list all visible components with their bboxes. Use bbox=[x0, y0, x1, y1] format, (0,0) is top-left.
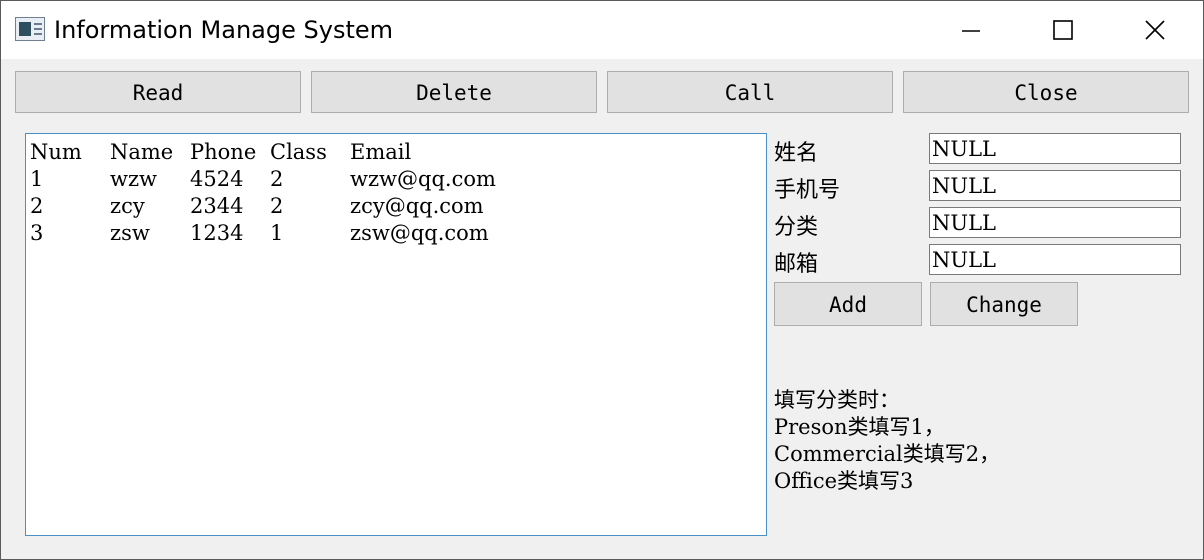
close-icon bbox=[1145, 20, 1165, 40]
hint-line-1: 填写分类时： bbox=[774, 388, 900, 412]
add-button[interactable]: Add bbox=[774, 282, 922, 326]
cell-phone: 2344 bbox=[190, 194, 244, 218]
cell-num: 3 bbox=[30, 221, 44, 245]
cell-class: 2 bbox=[270, 167, 284, 191]
hint-line-2: Preson类填写1， bbox=[774, 415, 945, 439]
cell-email: zsw@qq.com bbox=[350, 221, 489, 245]
header-class: Class bbox=[270, 140, 327, 164]
header-email: Email bbox=[350, 140, 412, 164]
minimize-button[interactable] bbox=[925, 1, 1017, 59]
header-phone: Phone bbox=[190, 140, 257, 164]
hint-line-4: Office类填写3 bbox=[774, 469, 914, 493]
window-title: Information Manage System bbox=[54, 16, 394, 44]
app-window: Information Manage System Read Delete Ca… bbox=[0, 0, 1204, 560]
phone-label: 手机号 bbox=[774, 178, 841, 203]
minimize-icon bbox=[962, 30, 980, 32]
phone-field[interactable]: NULL bbox=[929, 170, 1181, 201]
cell-phone: 1234 bbox=[190, 221, 244, 245]
cell-num: 1 bbox=[30, 167, 44, 191]
hint-line-3: Commercial类填写2， bbox=[774, 442, 1001, 466]
cell-class: 1 bbox=[270, 221, 284, 245]
maximize-icon bbox=[1053, 20, 1073, 40]
header-name: Name bbox=[110, 140, 174, 164]
cell-phone: 4524 bbox=[190, 167, 244, 191]
cell-email: zcy@qq.com bbox=[350, 194, 484, 218]
email-label: 邮箱 bbox=[774, 252, 819, 277]
header-num: Num bbox=[30, 140, 82, 164]
title-bar: Information Manage System bbox=[1, 1, 1203, 59]
class-field[interactable]: NULL bbox=[929, 207, 1181, 238]
close-button[interactable]: Close bbox=[903, 71, 1189, 113]
cell-class: 2 bbox=[270, 194, 284, 218]
cell-name: wzw bbox=[110, 167, 158, 191]
delete-button[interactable]: Delete bbox=[311, 71, 597, 113]
name-label: 姓名 bbox=[774, 141, 819, 166]
contacts-list[interactable]: Num Name Phone Class Email 1 wzw 4524 2 … bbox=[25, 133, 767, 536]
cell-num: 2 bbox=[30, 194, 44, 218]
cell-name: zsw bbox=[110, 221, 150, 245]
read-button[interactable]: Read bbox=[15, 71, 301, 113]
maximize-button[interactable] bbox=[1017, 1, 1109, 59]
email-field[interactable]: NULL bbox=[929, 244, 1181, 275]
name-field[interactable]: NULL bbox=[929, 133, 1181, 164]
close-window-button[interactable] bbox=[1109, 1, 1201, 59]
cell-name: zcy bbox=[110, 194, 145, 218]
change-button[interactable]: Change bbox=[930, 282, 1078, 326]
cell-email: wzw@qq.com bbox=[350, 167, 496, 191]
class-label: 分类 bbox=[774, 215, 819, 240]
app-icon bbox=[15, 17, 45, 41]
call-button[interactable]: Call bbox=[607, 71, 893, 113]
